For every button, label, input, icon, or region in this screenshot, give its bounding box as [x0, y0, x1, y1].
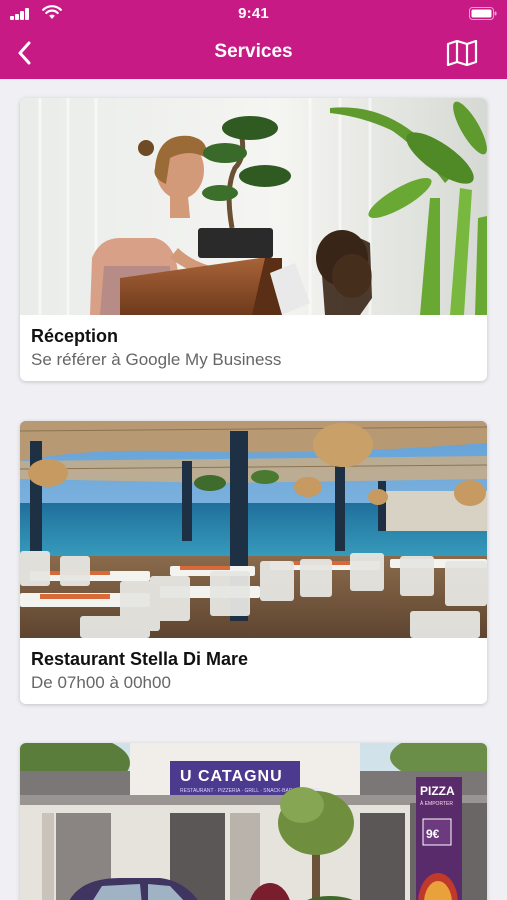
status-bar: 9:41: [0, 0, 507, 28]
map-button[interactable]: [445, 38, 479, 68]
pizza-sign-text: PIZZA: [420, 784, 455, 798]
service-card-snack[interactable]: U CATAGNU RESTAURANT · PIZZERIA · GRILL …: [20, 743, 487, 900]
service-card-restaurant[interactable]: Restaurant Stella Di Mare De 07h00 à 00h…: [20, 421, 487, 704]
reception-photo: [20, 98, 487, 315]
service-subtitle: De 07h00 à 00h00: [31, 673, 171, 692]
status-time: 9:41: [238, 5, 269, 22]
service-title: Réception: [31, 326, 119, 346]
card-caption: Réception Se référer à Google My Busines…: [20, 315, 487, 381]
card-caption: Restaurant Stella Di Mare De 07h00 à 00h…: [20, 638, 487, 704]
map-icon: [446, 40, 478, 66]
service-title: Restaurant Stella Di Mare: [31, 649, 249, 669]
service-card-reception[interactable]: Réception Se référer à Google My Busines…: [20, 98, 487, 381]
sign-text: U CATAGNU: [180, 768, 283, 785]
services-list: Réception Se référer à Google My Busines…: [0, 79, 507, 900]
navigation-bar: Services: [0, 28, 507, 79]
pizza-price: 9€: [426, 827, 440, 841]
battery-icon: [469, 7, 497, 20]
page-title: Services: [214, 41, 293, 62]
snack-photo: U CATAGNU RESTAURANT · PIZZERIA · GRILL …: [20, 743, 487, 900]
restaurant-photo: [20, 421, 487, 638]
service-subtitle: Se référer à Google My Business: [31, 350, 282, 369]
header: 9:41 Services: [0, 0, 507, 79]
pizza-sign-subtext: À EMPORTER: [420, 800, 453, 807]
